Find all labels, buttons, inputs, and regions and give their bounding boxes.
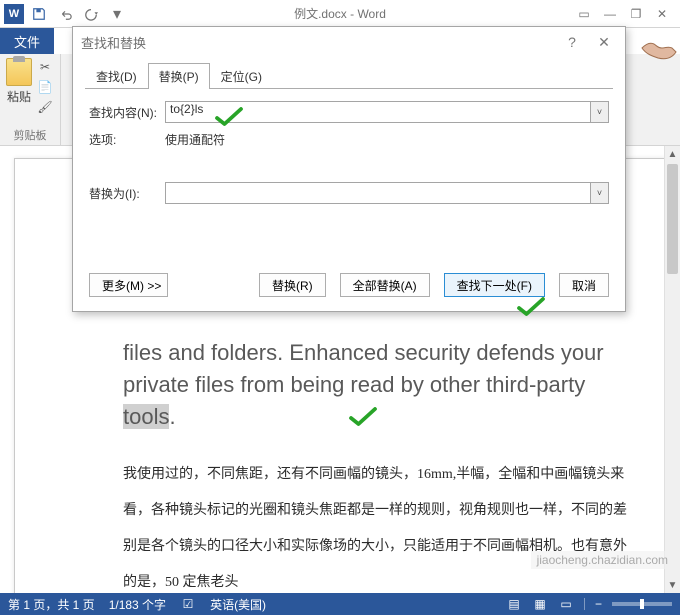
chinese-paragraph: 我使用过的，不同焦距，还有不同画幅的镜头，16mm,半幅，全幅和中画幅镜头来看，… (123, 457, 629, 593)
dialog-close-icon[interactable]: ✕ (591, 32, 617, 52)
options-value: 使用通配符 (165, 131, 225, 148)
qat-customize-icon[interactable]: ▾ (106, 3, 128, 25)
cancel-button[interactable]: 取消 (559, 273, 609, 297)
tab-replace[interactable]: 替换(P) (148, 63, 210, 89)
cut-icon[interactable]: ✂ (36, 58, 54, 76)
handshake-decoration-icon (636, 24, 680, 68)
zoom-out-icon[interactable]: − (595, 597, 602, 611)
tab-goto[interactable]: 定位(G) (210, 63, 273, 89)
web-layout-icon[interactable]: ▭ (558, 597, 574, 611)
find-replace-dialog: 查找和替换 ? ✕ 查找(D) 替换(P) 定位(G) 查找内容(N): to{… (72, 26, 626, 312)
dialog-title: 查找和替换 (81, 33, 146, 52)
zoom-slider[interactable] (612, 602, 672, 606)
find-what-value: to{2}ls (170, 102, 203, 116)
clipboard-icon (6, 58, 32, 86)
scroll-down-icon[interactable]: ▼ (665, 577, 680, 593)
save-icon[interactable] (28, 3, 50, 25)
page-indicator[interactable]: 第 1 页，共 1 页 (8, 596, 95, 613)
redo-icon[interactable] (80, 3, 102, 25)
watermark-text: jiaocheng.chazidian.com (531, 551, 674, 569)
scroll-up-icon[interactable]: ▲ (665, 146, 680, 162)
title-bar: W ▾ 例文.docx - Word ▭ ― ❐ ✕ (0, 0, 680, 28)
chevron-down-icon[interactable] (590, 183, 608, 203)
eng-text-end: . (169, 404, 175, 429)
language-indicator[interactable]: 英语(美国) (210, 596, 266, 613)
status-bar: 第 1 页，共 1 页 1/183 个字 ☑ 英语(美国) ▤ ▦ ▭ − (0, 593, 680, 615)
replace-with-input[interactable] (165, 182, 609, 204)
minimize-icon[interactable]: ― (598, 4, 622, 24)
find-next-button[interactable]: 查找下一处(F) (444, 273, 545, 297)
clipboard-group-label: 剪贴板 (6, 125, 54, 143)
document-title: 例文.docx - Word (294, 5, 386, 22)
options-label: 选项: (89, 131, 165, 148)
english-paragraph: files and folders. Enhanced security def… (123, 337, 629, 433)
copy-icon[interactable]: 📄 (36, 78, 54, 96)
replace-button[interactable]: 替换(R) (259, 273, 326, 297)
spellcheck-icon[interactable]: ☑ (180, 597, 196, 611)
read-mode-icon[interactable]: ▤ (506, 597, 522, 611)
undo-icon[interactable] (54, 3, 76, 25)
restore-icon[interactable]: ❐ (624, 4, 648, 24)
dialog-help-icon[interactable]: ? (559, 32, 585, 52)
close-icon[interactable]: ✕ (650, 4, 674, 24)
file-tab[interactable]: 文件 (0, 28, 54, 54)
paste-label: 粘贴 (7, 88, 31, 105)
format-painter-icon[interactable]: 🖌 (36, 98, 54, 116)
replace-all-button[interactable]: 全部替换(A) (340, 273, 430, 297)
word-app-icon: W (4, 4, 24, 24)
replace-with-label: 替换为(I): (89, 185, 165, 202)
print-layout-icon[interactable]: ▦ (532, 597, 548, 611)
chevron-down-icon[interactable] (590, 102, 608, 122)
word-count[interactable]: 1/183 个字 (109, 596, 166, 613)
vertical-scrollbar[interactable]: ▲ ▼ (664, 146, 680, 593)
ribbon-display-icon[interactable]: ▭ (572, 4, 596, 24)
paste-button[interactable]: 粘贴 (6, 58, 32, 116)
more-button[interactable]: 更多(M) >> (89, 273, 168, 297)
eng-text: files and folders. Enhanced security def… (123, 340, 604, 397)
scroll-thumb[interactable] (667, 164, 678, 274)
tab-find[interactable]: 查找(D) (85, 63, 148, 89)
find-what-input[interactable]: to{2}ls (165, 101, 609, 123)
highlighted-match: tools (123, 404, 169, 429)
find-what-label: 查找内容(N): (89, 104, 165, 121)
